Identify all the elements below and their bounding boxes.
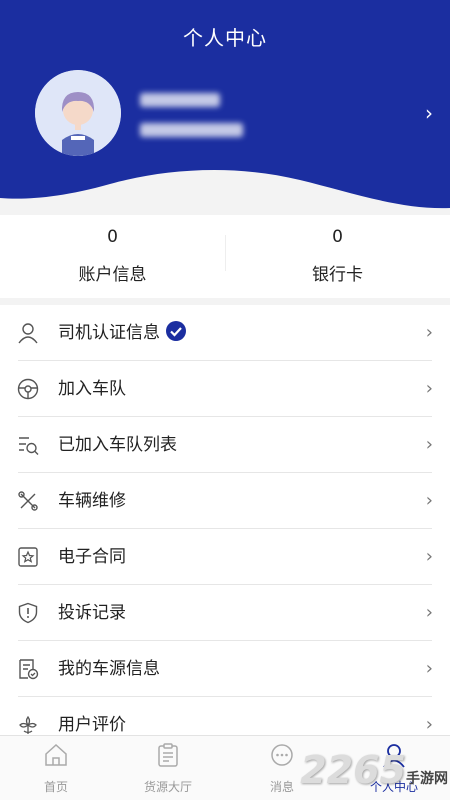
shield-alert-icon [18,602,38,624]
chevron-right-icon: › [425,434,433,455]
menu-item-driver-verification[interactable]: 司机认证信息 › [0,305,450,361]
stat-account-value: 0 [107,227,118,247]
clipboard-icon [158,743,178,767]
menu-item-joined-fleets[interactable]: 已加入车队列表 › [0,417,450,473]
home-icon [45,743,67,766]
verified-badge-icon [166,321,186,341]
contract-star-icon [18,547,38,567]
user-icon [18,323,38,344]
chat-icon [271,744,293,766]
account-stats: 0 账户信息 0 银行卡 [0,215,450,298]
tab-messages[interactable]: 消息 [226,742,338,795]
chevron-right-icon: › [425,658,433,679]
chevron-right-icon: › [425,490,433,511]
menu-label-my-vehicle-info: 我的车源信息 [58,659,160,679]
tab-profile[interactable]: 个人中心 [338,742,450,795]
list-search-icon [19,437,39,455]
chevron-right-icon: › [425,714,433,735]
stat-account-info[interactable]: 0 账户信息 [0,227,225,285]
menu-item-my-vehicle-info[interactable]: 我的车源信息 › [0,641,450,697]
menu-label-vehicle-repair: 车辆维修 [58,491,126,511]
menu-item-e-contract[interactable]: 电子合同 › [0,529,450,585]
chevron-right-icon: › [425,602,433,623]
menu-list: 司机认证信息 › 加入车队 › 已加入车队列表 › 车辆维修 › 电子合同 › … [0,305,450,735]
chevron-right-icon: › [425,546,433,567]
chevron-right-icon: › [425,378,433,399]
avatar[interactable] [35,70,121,156]
menu-item-user-reviews[interactable]: 用户评价 › [0,697,450,735]
menu-label-complaints: 投诉记录 [58,603,126,623]
tab-messages-label: 消息 [269,780,294,794]
avatar-illustration [35,70,121,156]
menu-item-join-fleet[interactable]: 加入车队 › [0,361,450,417]
wrench-icon [18,491,38,511]
tab-cargo-hall[interactable]: 货源大厅 [112,742,224,795]
user-name-blurred [140,93,220,107]
stat-bank-value: 0 [332,227,343,247]
steering-wheel-icon [17,378,39,400]
page-title: 个人中心 [183,26,267,50]
menu-label-joined-fleets: 已加入车队列表 [58,435,177,455]
menu-label-user-reviews: 用户评价 [58,715,126,735]
menu-item-complaints[interactable]: 投诉记录 › [0,585,450,641]
menu-label-e-contract: 电子合同 [58,547,126,567]
profile-chevron-right-icon[interactable]: › [425,101,433,125]
tab-cargo-hall-label: 货源大厅 [143,780,192,794]
bottom-tab-bar: 首页 货源大厅 消息 个人中心 [0,735,450,800]
flower-icon [19,715,37,734]
profile-header: 个人中心 › [0,0,450,215]
tab-home[interactable]: 首页 [0,742,112,795]
stat-account-label: 账户信息 [78,265,147,285]
tab-home-label: 首页 [43,780,68,794]
tab-profile-label: 个人中心 [369,780,418,794]
menu-label-driver-verification: 司机认证信息 [58,323,160,343]
person-icon [383,744,405,768]
menu-item-vehicle-repair[interactable]: 车辆维修 › [0,473,450,529]
user-phone-blurred [140,123,243,137]
stat-bank-card[interactable]: 0 银行卡 [225,227,450,285]
chevron-right-icon: › [425,322,433,343]
document-check-icon [19,659,39,680]
stat-bank-label: 银行卡 [312,265,363,285]
menu-label-join-fleet: 加入车队 [58,379,126,399]
